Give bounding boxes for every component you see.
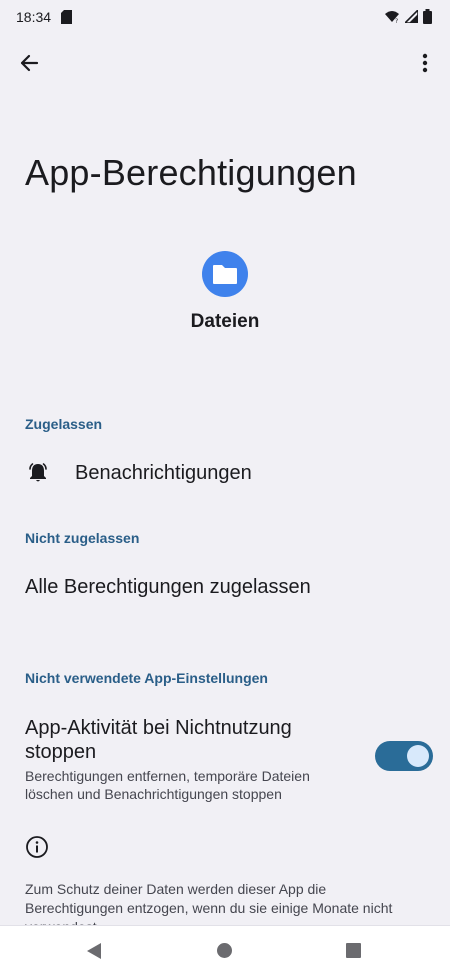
wifi-icon: ? [385,10,399,24]
info-footer-text: Zum Schutz deiner Daten werden dieser Ap… [25,881,393,926]
status-icons: ? [384,9,432,24]
toggle-thumb [407,745,429,767]
signal-icon [405,10,418,23]
system-nav-bar [0,925,450,976]
more-options-button[interactable] [410,48,440,78]
status-bar: 18:34 ? [0,0,450,34]
app-icon [202,251,248,297]
folder-icon [213,265,237,284]
status-time: 18:34 [16,9,52,25]
battery-icon [423,9,432,24]
pause-app-activity-row[interactable]: App-Aktivität bei Nichtnutzung stoppen B… [0,714,450,804]
permission-label: Benachrichtigungen [75,461,252,484]
switch-summary: Berechtigungen entfernen, temporäre Date… [25,768,310,802]
nav-back-icon[interactable] [86,942,102,960]
nav-home-icon[interactable] [217,943,232,958]
svg-text:?: ? [395,18,398,24]
page-title: App-Berechtigungen [25,152,357,193]
section-header-allowed: Zugelassen [25,416,103,432]
back-button[interactable] [14,48,44,78]
switch-title: App-Aktivität bei Nichtnutzung stoppen [25,717,292,763]
permission-label: Alle Berechtigungen zugelassen [25,575,311,598]
section-header-not-allowed: Nicht zugelassen [25,530,140,546]
nav-recents-icon[interactable] [346,943,361,958]
arrow-back-icon [20,54,39,72]
permission-item-all-allowed: Alle Berechtigungen zugelassen [0,562,450,612]
sim-card-icon [61,10,72,24]
section-header-unused: Nicht verwendete App-Einstellungen [25,670,268,686]
info-icon [26,836,48,858]
notification-bell-icon [29,463,47,482]
toolbar [0,42,450,84]
app-name: Dateien [190,311,260,332]
permission-item-notifications[interactable]: Benachrichtigungen [0,448,450,498]
more-vert-icon [422,53,428,73]
pause-app-activity-toggle[interactable] [375,741,433,771]
